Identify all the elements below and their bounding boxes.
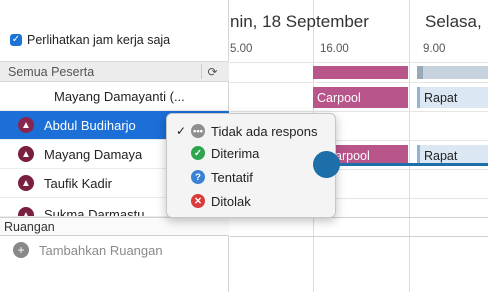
day-divider [409,0,410,292]
response-status-menu: ✓ ••• Tidak ada respons ✓ Diterima ? Ten… [166,113,336,218]
response-status-icon[interactable]: ▲ [18,117,34,133]
add-room-label: Tambahkan Ruangan [39,242,163,258]
accepted-icon: ✓ [191,146,205,160]
event-title: Rapat [424,90,458,105]
no-response-icon: ••• [191,124,205,138]
show-work-hours-option[interactable]: ✓ Perlihatkan jam kerja saja [10,33,170,47]
participant-name: Taufik Kadir [44,175,112,191]
show-work-hours-checkbox[interactable]: ✓ [10,34,22,46]
plus-icon: + [13,242,29,258]
event-rapat[interactable]: Rapat [417,87,488,108]
participant-name: Mayang Damayanti (... [54,88,185,104]
menu-item-label: Ditolak [211,193,251,209]
show-work-hours-label: Perlihatkan jam kerja saja [27,33,171,47]
busy-block [313,66,408,79]
callout-line [335,163,488,166]
participant-name: Abdul Budiharjo [44,117,136,133]
menu-item-label: Tentatif [211,169,253,185]
checkmark-icon: ✓ [175,124,187,138]
day-title: nin, 18 September [230,12,369,31]
busy-block [417,66,488,79]
event-carpool[interactable]: Carpool [313,87,408,108]
rooms-header-label: Ruangan [4,219,55,234]
tentative-icon: ? [191,170,205,184]
menu-item-declined[interactable]: ✕ Ditolak [167,190,337,212]
participants-header-label: Semua Peserta [8,64,95,79]
event-title: Rapat [424,148,458,163]
response-status-icon[interactable]: ▲ [18,207,34,216]
participant-name: Mayang Damaya [44,146,143,162]
grid-line [230,82,488,83]
participant-row[interactable]: Mayang Damayanti (... [0,82,229,111]
menu-item-label: Diterima [211,145,260,161]
response-status-icon[interactable]: ▲ [18,146,34,162]
participants-header: Semua Peserta ⟳ [0,62,229,82]
rooms-header: Ruangan [0,217,229,236]
response-status-icon[interactable]: ▲ [18,175,34,191]
menu-item-label: Tidak ada respons [211,123,318,139]
add-room-button[interactable]: + Tambahkan Ruangan [0,236,229,264]
menu-item-no-response[interactable]: ✓ ••• Tidak ada respons [167,120,337,142]
options-area: ✓ Perlihatkan jam kerja saja [0,0,229,62]
menu-item-accepted[interactable]: ✓ Diterima [167,142,337,164]
day-title: Selasa, [425,12,482,31]
time-label: 5.00 [230,43,253,55]
grid-line [230,111,488,112]
event-title: arpool [335,148,370,163]
participant-name: Sukma Darmastu... [44,207,156,217]
grid-line [230,236,488,237]
event-title: Carpool [317,90,361,105]
grid-line [230,62,488,63]
time-label: 16.00 [320,43,349,55]
callout-dot [313,151,340,178]
refresh-icon[interactable]: ⟳ [201,64,223,79]
time-label: 9.00 [423,43,446,55]
menu-item-tentative[interactable]: ? Tentatif [167,166,337,188]
declined-icon: ✕ [191,194,205,208]
